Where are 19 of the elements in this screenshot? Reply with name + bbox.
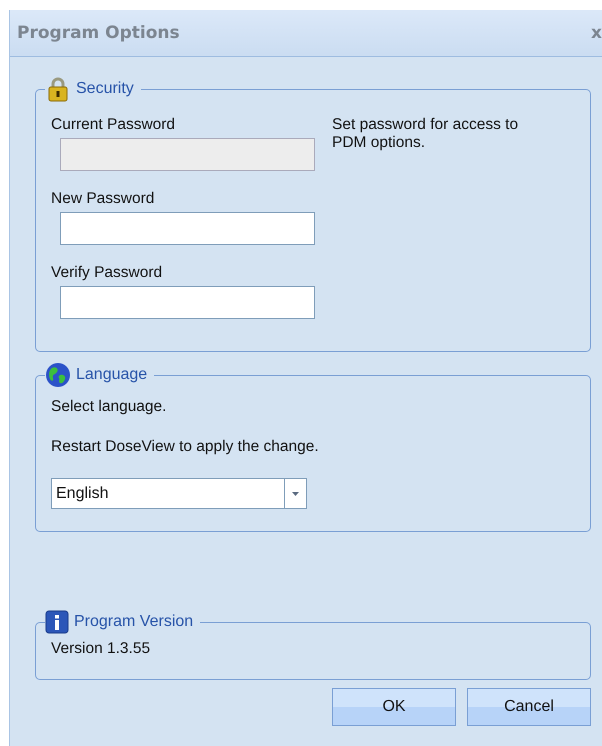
group-title: Program Version [74, 613, 194, 631]
caret-icon [292, 492, 299, 496]
dialog-button[interactable]: OK [332, 688, 456, 726]
group-title: Security [76, 80, 134, 98]
instruction-text: Restart DoseView to apply the change. [51, 438, 320, 456]
help-text: Set password for access to PDM options. [332, 116, 520, 153]
group-title: Language [76, 366, 148, 384]
field-label: Current Password [51, 116, 176, 135]
instruction-text: Select language. [51, 398, 168, 416]
field-label: Verify Password [51, 264, 164, 283]
password-field[interactable] [60, 286, 315, 319]
version-text: Version 1.3.55 [51, 640, 152, 658]
password-field[interactable] [60, 212, 315, 245]
dialog-button[interactable]: Cancel [467, 688, 591, 726]
info-icon [45, 610, 69, 634]
field-label: New Password [51, 190, 156, 209]
window-title: Program Options [17, 23, 180, 43]
language-dropdown[interactable]: English [51, 478, 307, 509]
globe-icon [45, 362, 71, 388]
